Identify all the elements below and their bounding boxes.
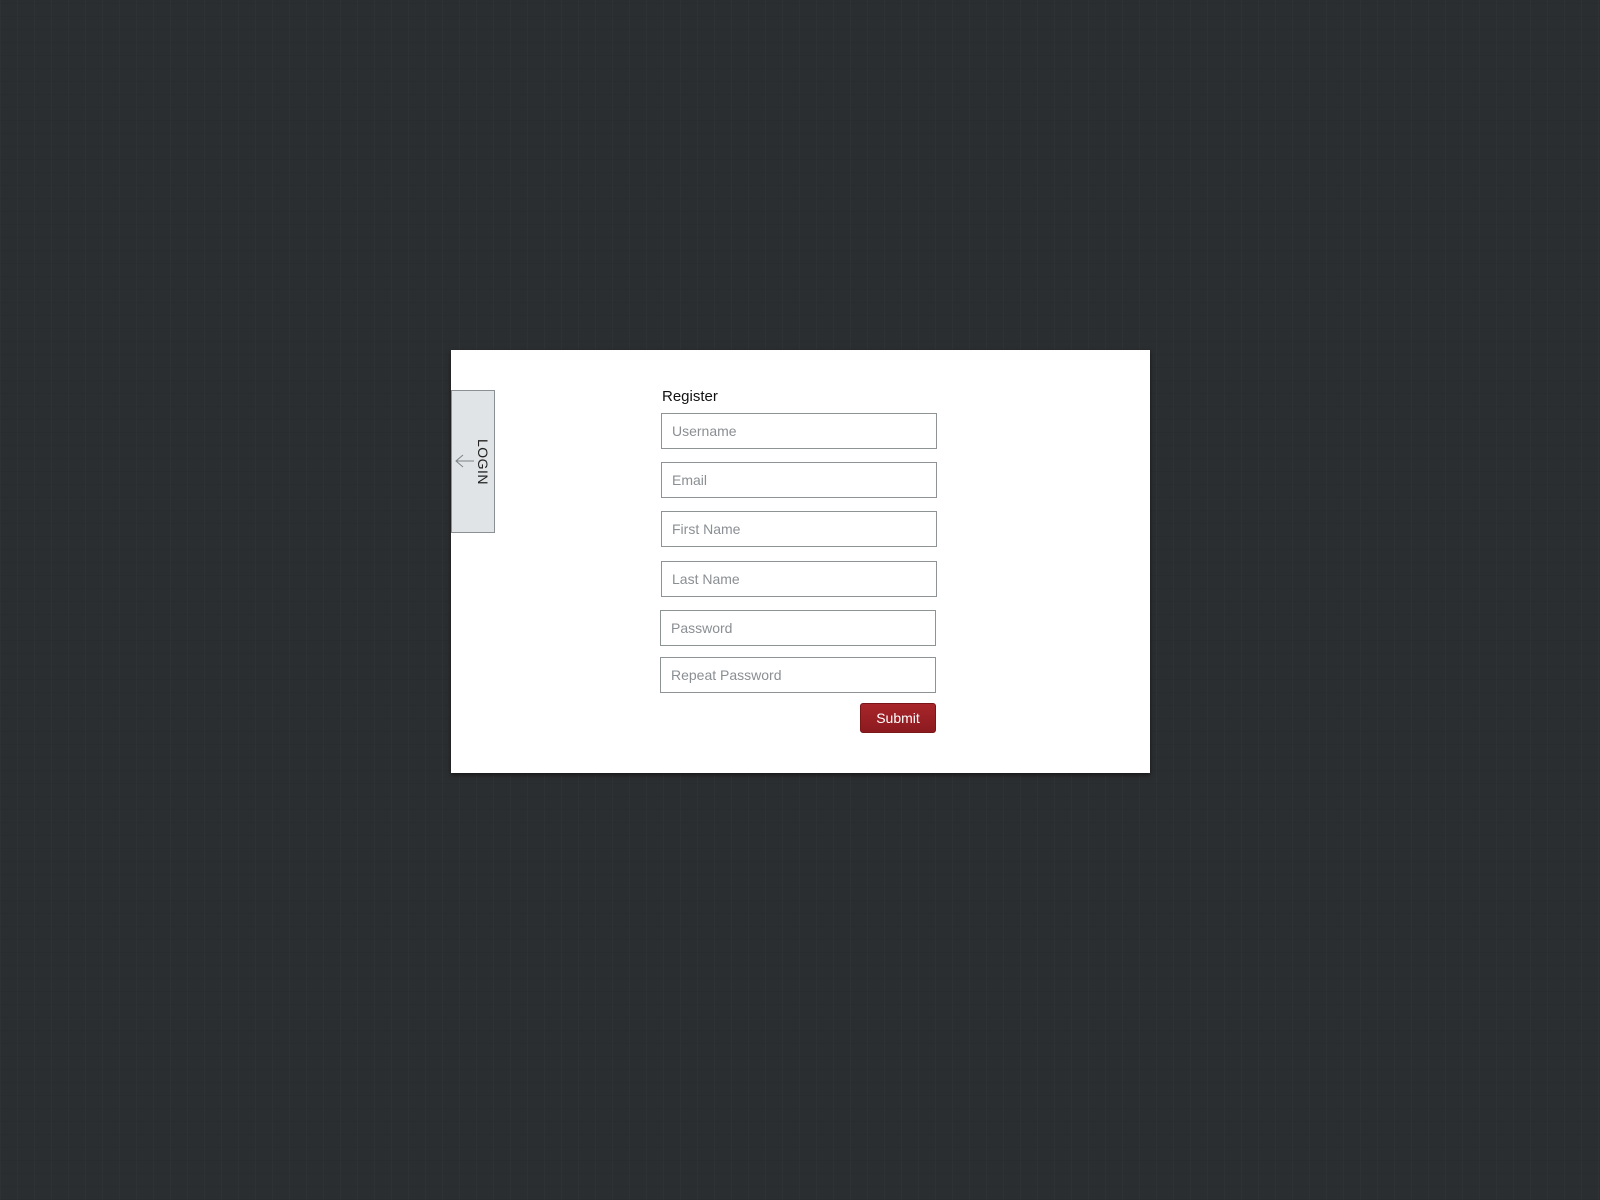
submit-row: Submit [661, 703, 937, 733]
last-name-input[interactable] [661, 561, 937, 597]
arrow-left-icon [455, 454, 474, 468]
password-input[interactable] [660, 610, 936, 646]
username-input[interactable] [661, 413, 937, 449]
submit-button[interactable]: Submit [860, 703, 936, 733]
first-name-input[interactable] [661, 511, 937, 547]
register-form: Register Submit [660, 388, 937, 733]
login-tab-button[interactable]: LOGIN [451, 390, 495, 533]
register-title: Register [662, 388, 718, 405]
register-panel: LOGIN Register Submit [451, 350, 1150, 773]
email-input[interactable] [661, 462, 937, 498]
login-tab-label: LOGIN [475, 438, 491, 486]
repeat-password-input[interactable] [660, 657, 936, 693]
